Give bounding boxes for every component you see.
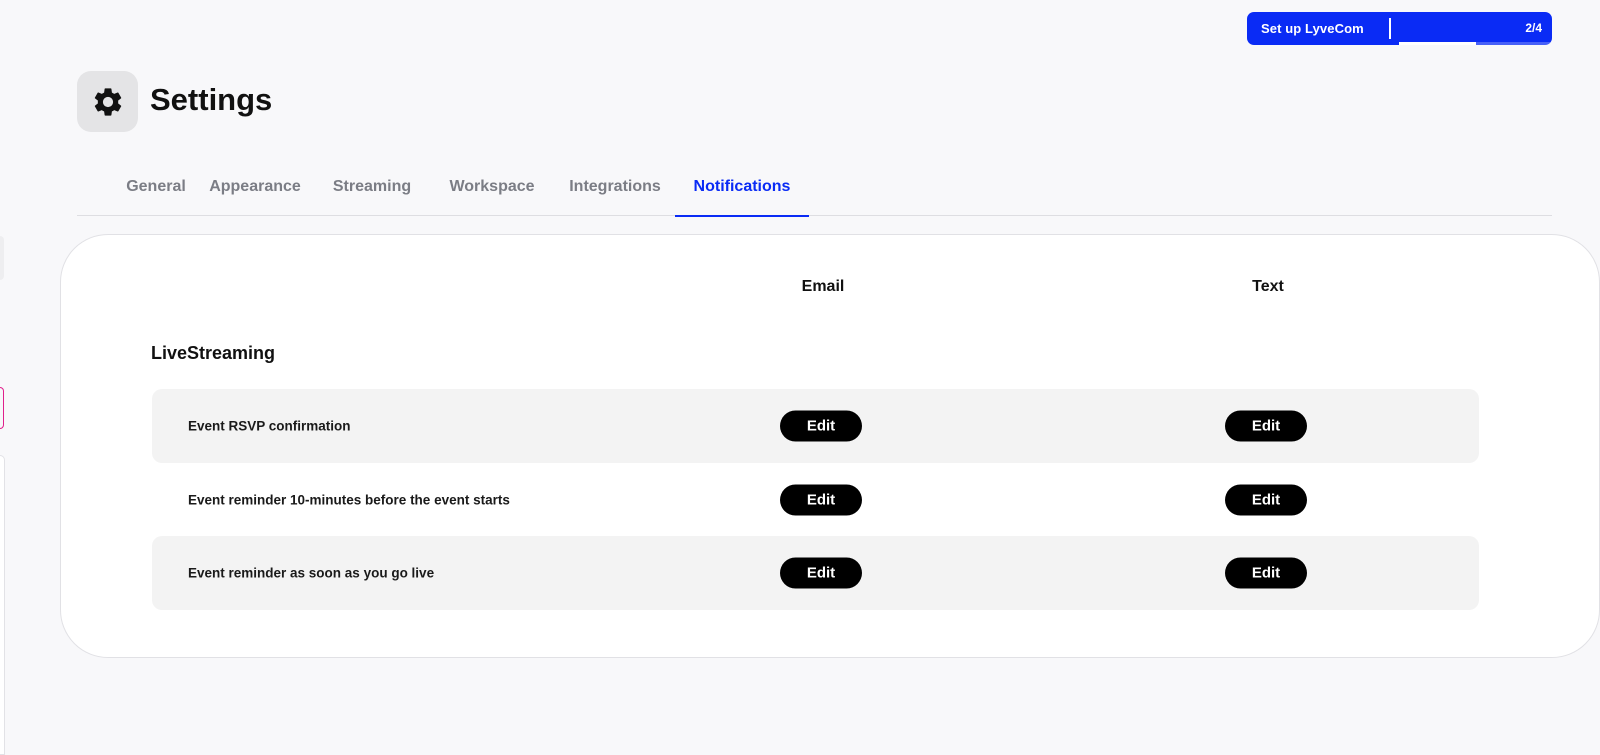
tab-appearance[interactable]: Appearance <box>185 158 325 216</box>
setup-progress-track <box>1399 42 1552 45</box>
notification-row: Event reminder as soon as you go live Ed… <box>152 536 1479 610</box>
edit-email-button[interactable]: Edit <box>780 484 862 516</box>
tab-workspace[interactable]: Workspace <box>429 158 555 216</box>
setup-step-count: 2/4 <box>1525 21 1542 35</box>
notification-row-label: Event reminder as soon as you go live <box>188 565 435 581</box>
sidebar-edge-panel <box>0 455 5 755</box>
setup-progress-button[interactable]: Set up LyveCom 2/4 <box>1247 12 1552 45</box>
setup-divider <box>1389 18 1391 39</box>
tab-integrations[interactable]: Integrations <box>550 158 680 216</box>
settings-icon-box <box>77 71 138 132</box>
gear-icon <box>94 87 121 116</box>
section-title: LiveStreaming <box>151 343 276 363</box>
settings-tabs: General Appearance Streaming Workspace I… <box>77 158 1552 217</box>
tab-notifications[interactable]: Notifications <box>675 158 809 217</box>
sidebar-edge-highlight <box>0 387 4 429</box>
notification-row: Event RSVP confirmation Edit Edit <box>152 389 1479 463</box>
page-title: Settings <box>150 82 273 117</box>
setup-progress-fill <box>1399 42 1476 45</box>
notification-row: Event reminder 10-minutes before the eve… <box>152 463 1479 537</box>
edit-email-button[interactable]: Edit <box>780 557 862 589</box>
tab-streaming[interactable]: Streaming <box>313 158 431 216</box>
column-header-text: Text <box>1252 278 1284 295</box>
edit-text-button[interactable]: Edit <box>1225 484 1307 516</box>
edit-text-button[interactable]: Edit <box>1225 410 1307 442</box>
edit-text-button[interactable]: Edit <box>1225 557 1307 589</box>
column-header-email: Email <box>801 278 845 295</box>
notification-row-label: Event reminder 10-minutes before the eve… <box>188 492 510 508</box>
setup-label: Set up LyveCom <box>1261 21 1364 36</box>
edit-email-button[interactable]: Edit <box>780 410 862 442</box>
notification-row-label: Event RSVP confirmation <box>188 418 351 434</box>
sidebar-edge-fragment <box>0 236 4 280</box>
